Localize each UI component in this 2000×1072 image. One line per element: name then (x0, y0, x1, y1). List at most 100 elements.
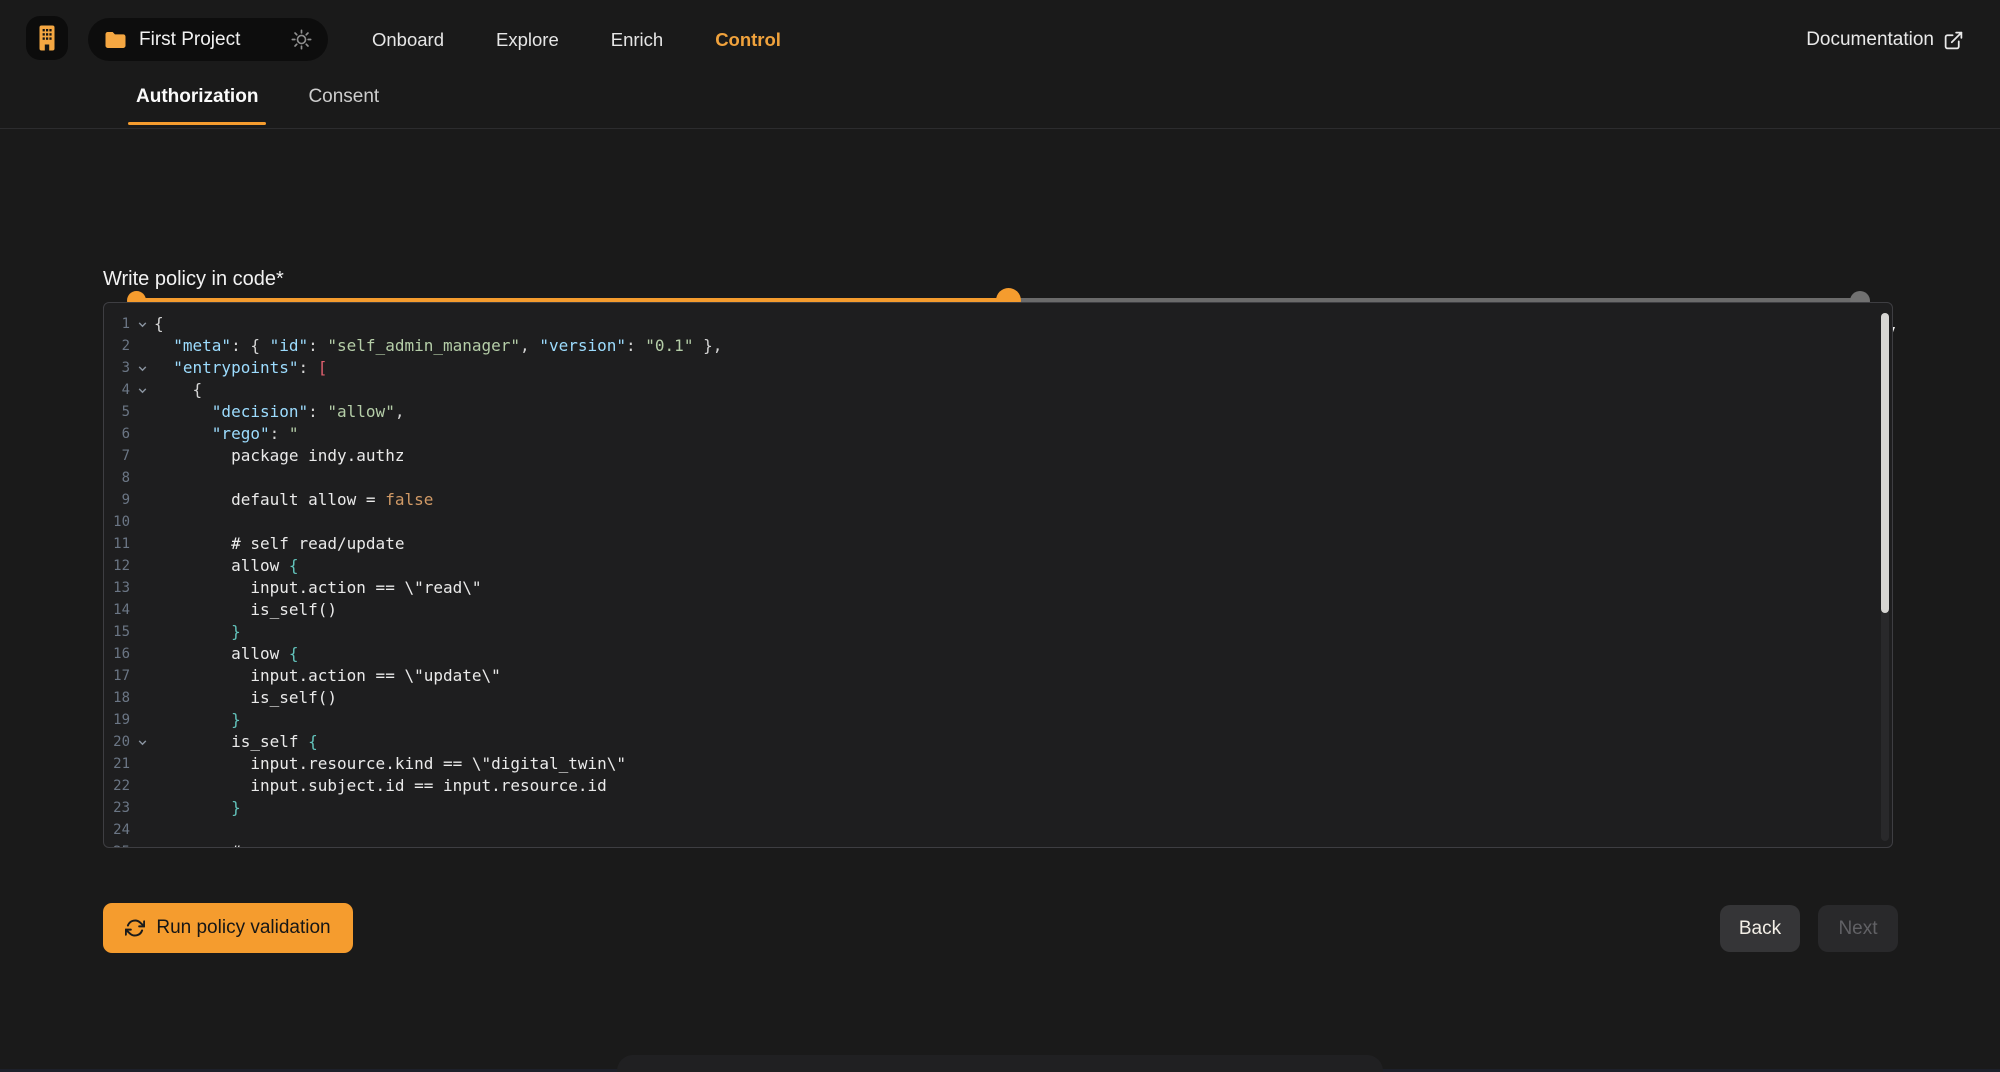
nav-item-control[interactable]: Control (715, 29, 781, 51)
code-text: is_self() (154, 687, 1892, 709)
fold-spacer (130, 687, 154, 709)
fold-spacer (130, 511, 154, 533)
bottom-dock-hint (617, 1055, 1383, 1072)
code-text (154, 819, 1892, 841)
code-line: 21 input.resource.kind == \"digital_twin… (104, 753, 1892, 775)
next-button[interactable]: Next (1818, 905, 1898, 952)
fold-spacer (130, 643, 154, 665)
code-line: 11 # self read/update (104, 533, 1892, 555)
line-number: 8 (104, 467, 130, 489)
code-text (154, 511, 1892, 533)
code-text: # self read/update (154, 533, 1892, 555)
code-text: package indy.authz (154, 445, 1892, 467)
line-number: 16 (104, 643, 130, 665)
fold-spacer (130, 841, 154, 848)
fold-chevron-icon[interactable] (130, 357, 154, 379)
code-text: { (154, 379, 1892, 401)
code-line: 10 (104, 511, 1892, 533)
line-number: 24 (104, 819, 130, 841)
line-number: 21 (104, 753, 130, 775)
fold-spacer (130, 709, 154, 731)
fold-spacer (130, 599, 154, 621)
fold-spacer (130, 775, 154, 797)
tab-authorization[interactable]: Authorization (128, 80, 266, 125)
line-number: 14 (104, 599, 130, 621)
code-text: } (154, 621, 1892, 643)
code-content: 1{2 "meta": { "id": "self_admin_manager"… (104, 303, 1892, 848)
back-button[interactable]: Back (1720, 905, 1800, 952)
fold-spacer (130, 467, 154, 489)
line-number: 17 (104, 665, 130, 687)
code-line: 23 } (104, 797, 1892, 819)
nav-item-explore[interactable]: Explore (496, 29, 559, 51)
code-line: 6 "rego": " (104, 423, 1892, 445)
line-number: 19 (104, 709, 130, 731)
fold-spacer (130, 335, 154, 357)
fold-spacer (130, 533, 154, 555)
fold-spacer (130, 423, 154, 445)
primary-nav: Onboard Explore Enrich Control (372, 0, 781, 80)
gear-icon[interactable] (291, 29, 312, 50)
line-number: 11 (104, 533, 130, 555)
nav-item-onboard[interactable]: Onboard (372, 29, 444, 51)
fold-spacer (130, 621, 154, 643)
fold-spacer (130, 445, 154, 467)
fold-spacer (130, 819, 154, 841)
run-policy-validation-label: Run policy validation (156, 917, 330, 939)
code-text: is_self() (154, 599, 1892, 621)
fold-spacer (130, 797, 154, 819)
code-text: input.action == \"read\" (154, 577, 1892, 599)
code-line: 13 input.action == \"read\" (104, 577, 1892, 599)
code-editor[interactable]: 1{2 "meta": { "id": "self_admin_manager"… (103, 302, 1893, 848)
code-line: 5 "decision": "allow", (104, 401, 1892, 423)
code-line: 9 default allow = false (104, 489, 1892, 511)
code-text: input.subject.id == input.resource.id (154, 775, 1892, 797)
tab-consent[interactable]: Consent (300, 80, 387, 125)
line-number: 1 (104, 313, 130, 335)
code-line: 16 allow { (104, 643, 1892, 665)
line-number: 18 (104, 687, 130, 709)
code-text: { (154, 313, 1892, 335)
nav-item-enrich[interactable]: Enrich (611, 29, 663, 51)
line-number: 20 (104, 731, 130, 753)
fold-chevron-icon[interactable] (130, 731, 154, 753)
line-number: 7 (104, 445, 130, 467)
app-root: First Project Onboard Explore Enrich Contro… (0, 0, 2000, 1072)
editor-field-label: Write policy in code* (103, 268, 284, 291)
code-line: 8 (104, 467, 1892, 489)
run-policy-validation-button[interactable]: Run policy validation (103, 903, 353, 953)
code-line: 15 } (104, 621, 1892, 643)
line-number: 15 (104, 621, 130, 643)
app-logo-button[interactable] (26, 16, 68, 60)
editor-scrollbar-thumb[interactable] (1881, 313, 1889, 613)
code-line: 14 is_self() (104, 599, 1892, 621)
code-text: input.action == \"update\" (154, 665, 1892, 687)
code-line: 4 { (104, 379, 1892, 401)
code-text: default allow = false (154, 489, 1892, 511)
code-line: 20 is_self { (104, 731, 1892, 753)
code-text: "decision": "allow", (154, 401, 1892, 423)
project-switcher[interactable]: First Project (88, 18, 328, 61)
fold-spacer (130, 753, 154, 775)
line-number: 6 (104, 423, 130, 445)
fold-chevron-icon[interactable] (130, 313, 154, 335)
fold-chevron-icon[interactable] (130, 379, 154, 401)
code-line: 7 package indy.authz (104, 445, 1892, 467)
code-text: is_self { (154, 731, 1892, 753)
documentation-link[interactable]: Documentation (1806, 0, 1964, 80)
code-line: 24 (104, 819, 1892, 841)
building-icon (35, 24, 59, 52)
code-line: 3 "entrypoints": [ (104, 357, 1892, 379)
code-text: allow { (154, 555, 1892, 577)
code-line: 19 } (104, 709, 1892, 731)
code-line: 1{ (104, 313, 1892, 335)
tabs-row: Authorization Consent (0, 80, 2000, 129)
line-number: 23 (104, 797, 130, 819)
line-number: 22 (104, 775, 130, 797)
code-text: # manager scope (154, 841, 1892, 848)
line-number: 2 (104, 335, 130, 357)
code-text: } (154, 709, 1892, 731)
fold-spacer (130, 577, 154, 599)
fold-spacer (130, 555, 154, 577)
line-number: 12 (104, 555, 130, 577)
